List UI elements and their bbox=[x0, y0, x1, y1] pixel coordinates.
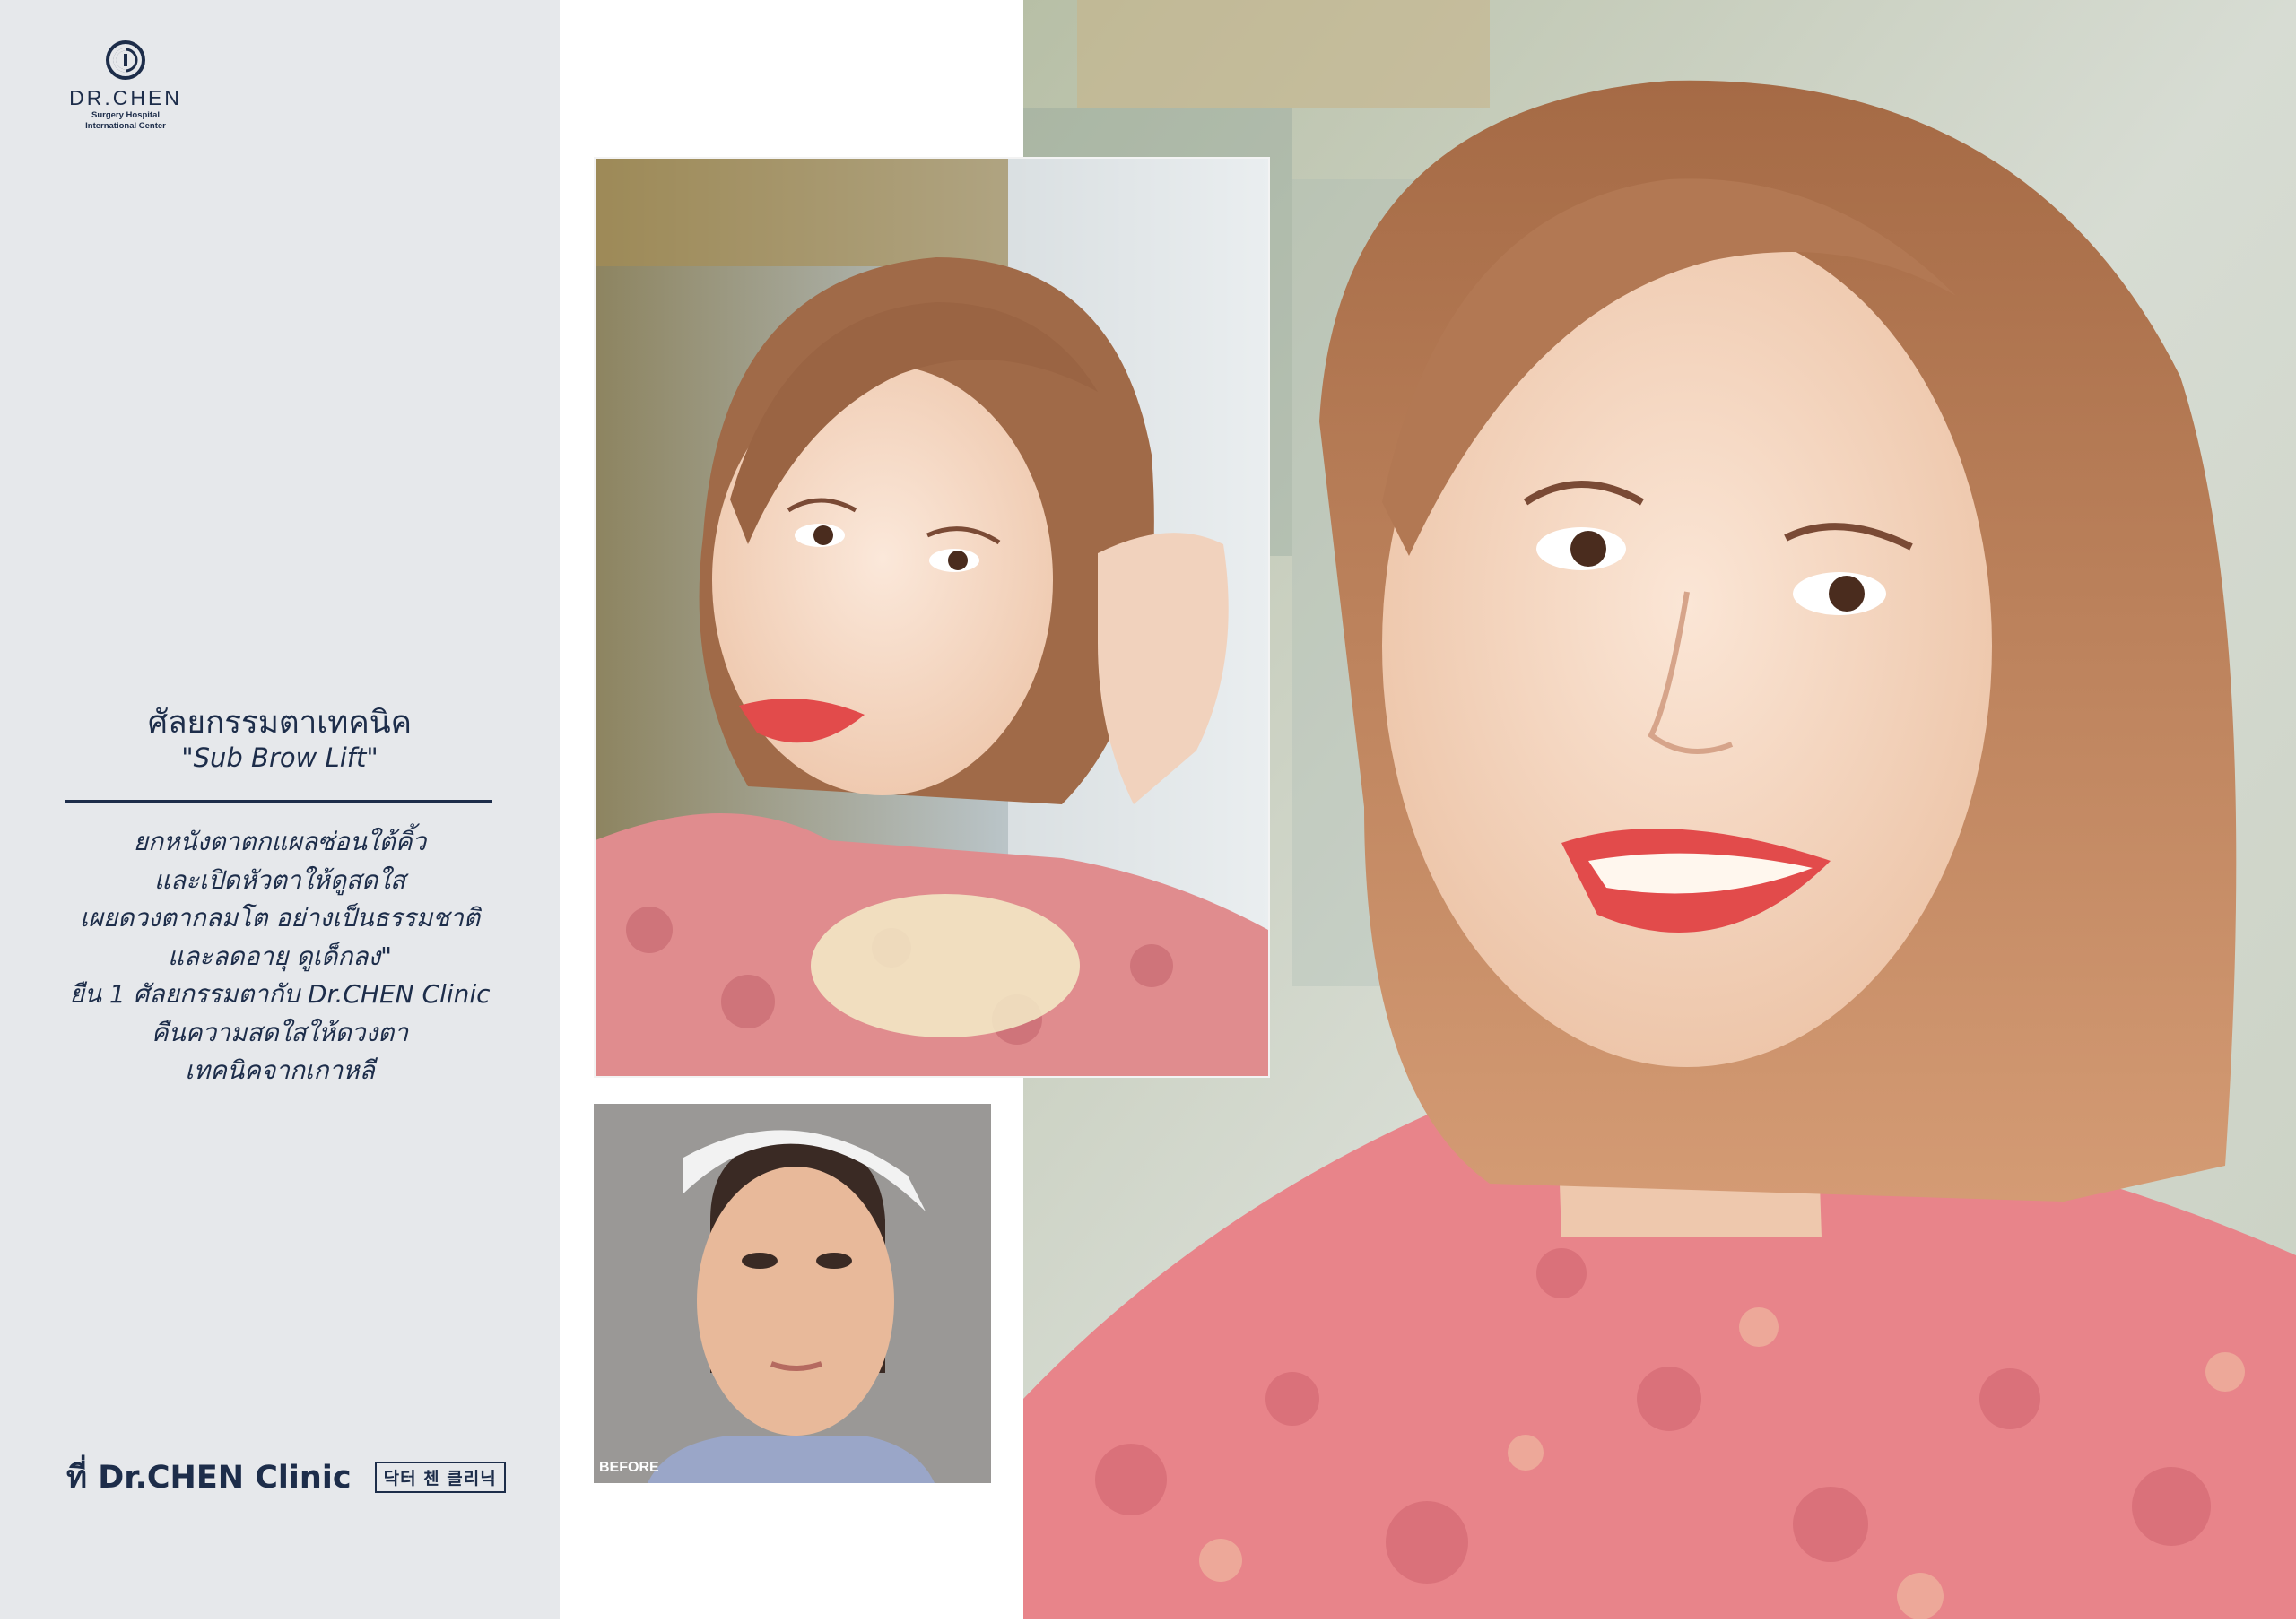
description-line: เทคนิคจากเกาหลี bbox=[185, 1055, 375, 1085]
description-line: และเปิดหัวตาให้ดูสดใส bbox=[153, 864, 406, 895]
brand-name: DR.CHEN bbox=[69, 86, 182, 109]
description-line: ยืน 1 ศัลยกรรมตากับ Dr.CHEN Clinic bbox=[69, 979, 491, 1009]
info-panel: DR.CHEN Surgery Hospital International C… bbox=[0, 0, 560, 1619]
logo-emblem-icon bbox=[106, 40, 145, 80]
brand-subtitle-2: International Center bbox=[85, 121, 166, 131]
description-line: คืนความสดใสให้ดวงตา bbox=[151, 1017, 409, 1047]
before-photo: BEFORE bbox=[594, 1104, 991, 1483]
procedure-headline: ศัลยกรรมตาเทคนิค bbox=[147, 705, 413, 741]
procedure-subheadline: "Sub Brow Lift" bbox=[181, 742, 378, 773]
clinic-footer: ที่ Dr.CHEN Clinic 닥터 첸 클리닉 bbox=[66, 1453, 506, 1502]
clinic-korean-name: 닥터 첸 클리닉 bbox=[374, 1462, 506, 1493]
description-line: ยกหนังตาตกแผลซ่อนใต้คิ้ว bbox=[133, 827, 427, 856]
clinic-logo: DR.CHEN Surgery Hospital International C… bbox=[65, 39, 187, 132]
procedure-description: ยกหนังตาตกแผลซ่อนใต้คิ้ว และเปิดหัวตาให้… bbox=[27, 823, 533, 1090]
bottom-margin bbox=[0, 1619, 2296, 1623]
brand-subtitle-1: Surgery Hospital bbox=[91, 110, 161, 120]
divider bbox=[65, 800, 492, 803]
before-label: BEFORE bbox=[599, 1460, 659, 1475]
after-photo-side bbox=[594, 157, 1270, 1078]
description-line: และลดอายุ ดูเด็กลง" bbox=[167, 941, 393, 971]
clinic-name: ที่ Dr.CHEN Clinic bbox=[66, 1460, 352, 1496]
description-line: เผยดวงตากลมโต อย่างเป็นธรรมชาติ bbox=[79, 903, 481, 933]
